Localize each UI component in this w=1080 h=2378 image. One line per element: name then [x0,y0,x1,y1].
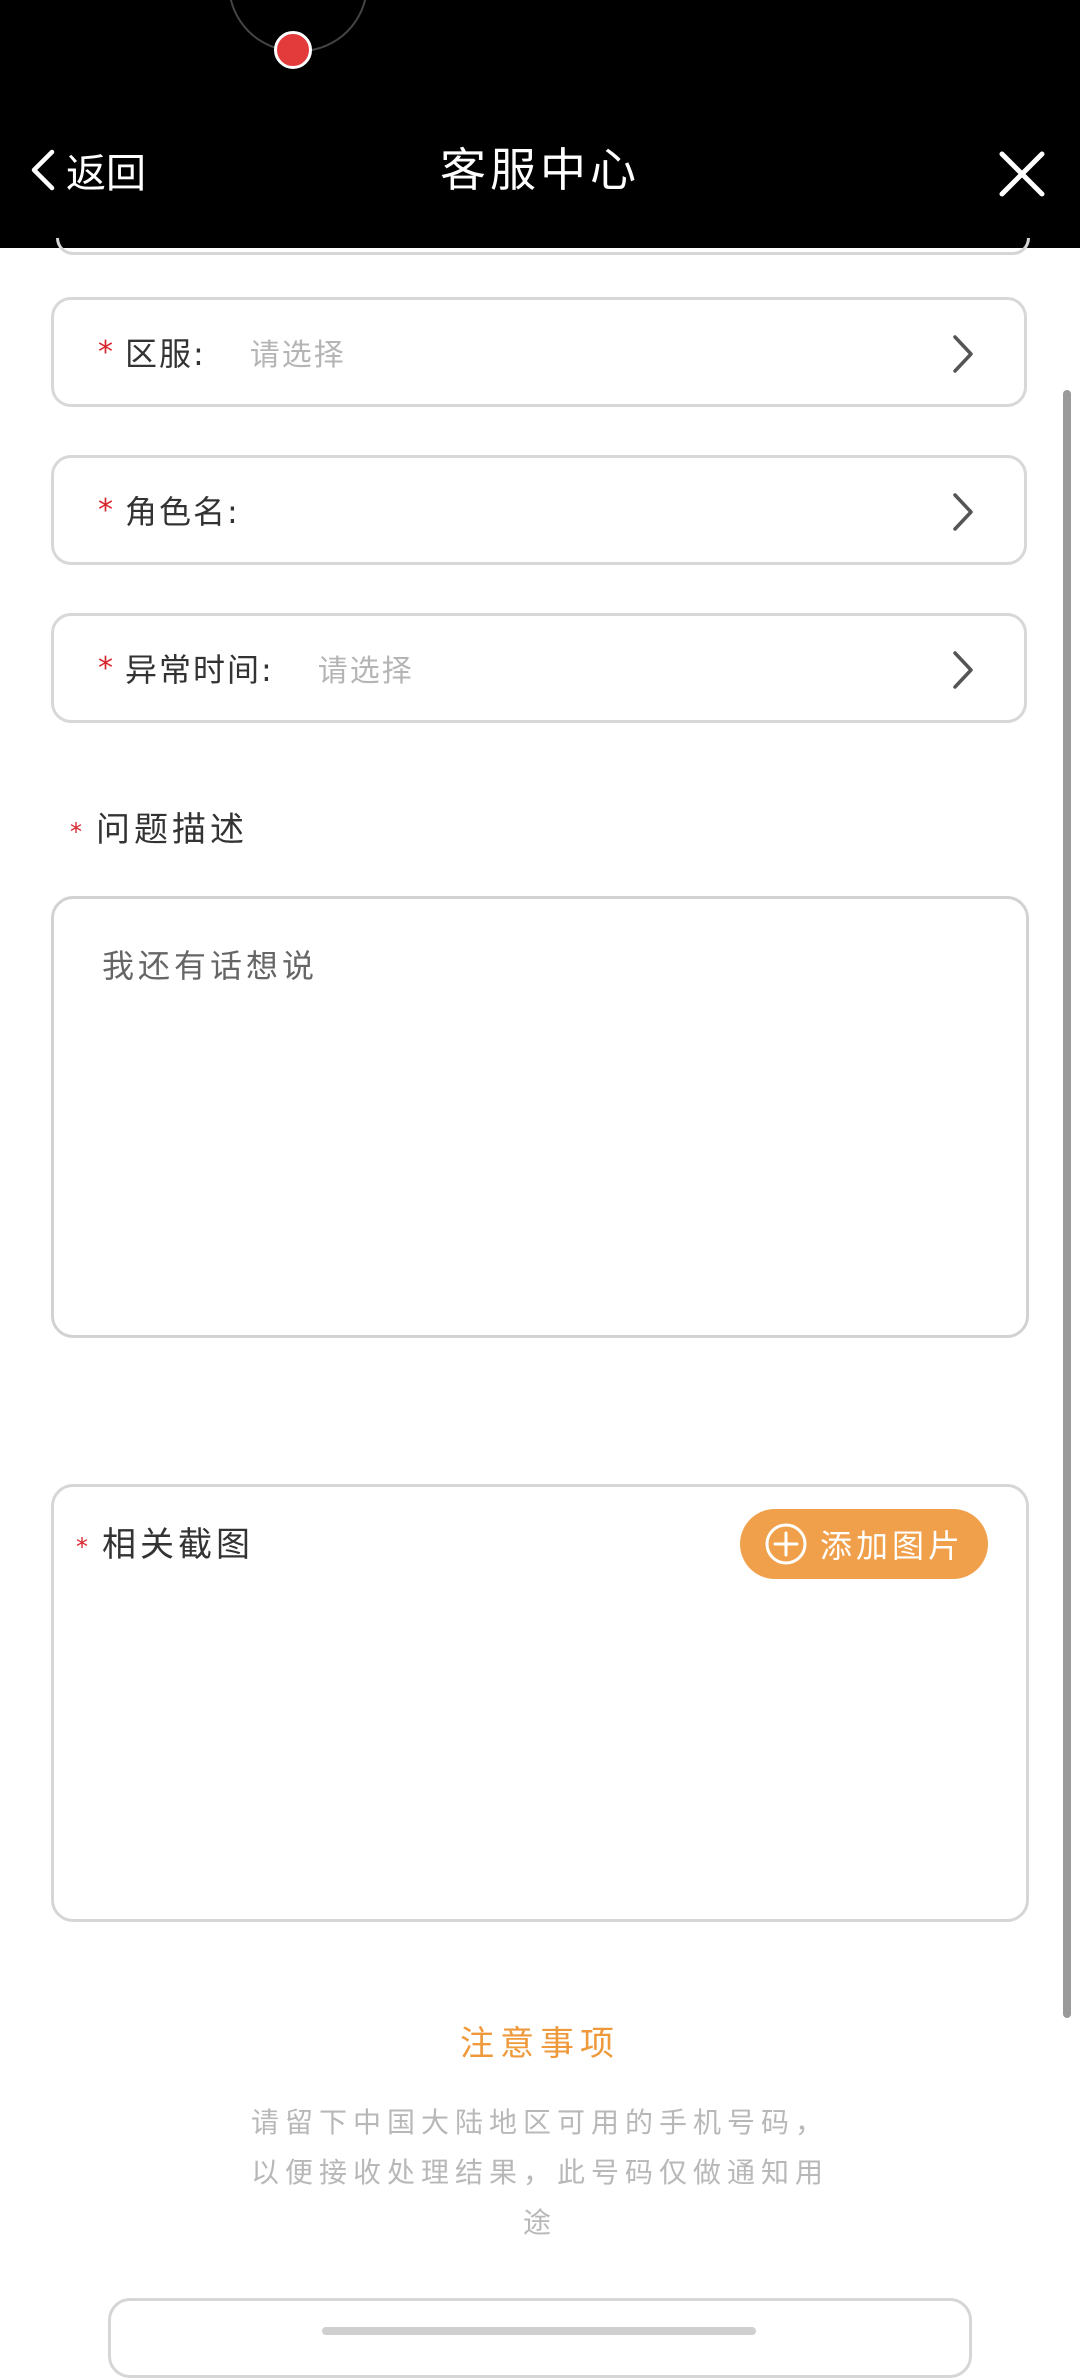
page-title: 客服中心 [440,143,640,197]
description-placeholder: 我还有话想说 [102,947,319,985]
notification-dot-icon [274,31,312,69]
close-icon[interactable] [996,148,1048,200]
home-indicator [322,2327,756,2335]
phone-input-field[interactable] [108,2298,972,2378]
chevron-right-icon [953,651,973,689]
chevron-right-icon [953,335,973,373]
add-image-button[interactable]: 添加图片 [740,1509,988,1579]
chevron-right-icon [953,493,973,531]
description-label: 问题描述 [96,810,248,850]
screenshot-heading: * 相关截图 [76,1517,254,1566]
notice-title: 注意事项 [460,2024,620,2064]
server-select[interactable]: * 区服: 请选择 [51,297,1027,407]
description-textarea[interactable]: 我还有话想说 [51,896,1029,1338]
plus-circle-icon [765,1523,807,1565]
server-placeholder: 请选择 [249,338,346,373]
time-label: 异常时间: [125,651,274,689]
required-mark: * [70,817,82,846]
time-placeholder: 请选择 [317,654,414,689]
header-bar: 返回 客服中心 [0,0,1080,248]
screenshot-upload-panel: * 相关截图 添加图片 [51,1484,1029,1922]
server-label: 区服: [125,335,206,373]
screenshot-label: 相关截图 [102,1525,254,1565]
description-heading: * 问题描述 [70,802,248,851]
role-select[interactable]: * 角色名: [51,455,1027,565]
required-mark: * [98,650,113,686]
add-image-label: 添加图片 [819,1527,964,1565]
time-select[interactable]: * 异常时间: 请选择 [51,613,1027,723]
role-label: 角色名: [125,493,240,531]
notice-text: 请留下中国大陆地区可用的手机号码，以便接收处理结果，此号码仅做通知用途 [250,2106,829,2239]
previous-field-edge [56,238,1030,255]
required-mark: * [98,334,113,370]
scrollbar[interactable] [1063,390,1071,2018]
required-mark: * [76,1532,88,1561]
required-mark: * [98,492,113,528]
